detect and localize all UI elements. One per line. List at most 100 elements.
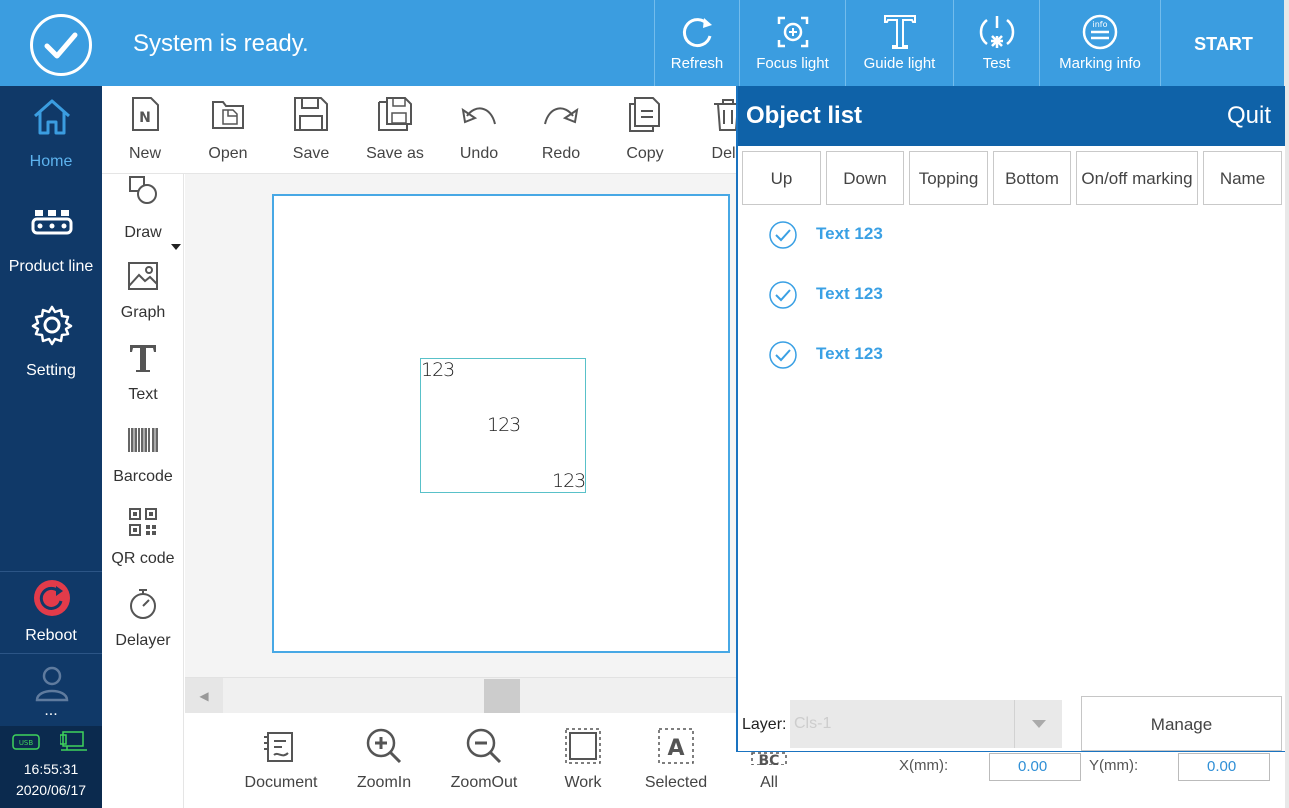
on-off-marking-button[interactable]: On/off marking [1076,151,1198,205]
open-button[interactable]: Open [188,86,268,173]
save-as-button[interactable]: Save as [355,86,435,173]
guide-light-icon [883,15,916,49]
list-item-name: Text 123 [816,224,883,243]
reboot-label: Reboot [25,627,77,644]
reboot-button[interactable]: Reboot [0,574,102,652]
text-label: Text [128,386,158,403]
svg-text:info: info [1092,20,1107,29]
delete-icon [714,99,736,131]
canvas-text-object[interactable]: 123 [421,359,455,381]
user-icon [35,666,69,702]
graph-button[interactable]: Graph [102,256,184,338]
test-button[interactable]: Test [953,0,1039,86]
work-label: Work [564,774,602,791]
up-button[interactable]: Up [742,151,821,205]
open-label: Open [208,145,248,162]
marking-info-button[interactable]: info Marking info [1039,0,1160,86]
layer-dropdown-toggle[interactable] [1014,700,1062,748]
zoom-out-button[interactable]: ZoomOut [436,713,532,808]
clock-date: 2020/06/17 [15,782,87,798]
sidebar-item-setting[interactable]: Setting [0,296,102,396]
quit-button[interactable]: Quit [1227,102,1271,130]
name-button[interactable]: Name [1203,151,1282,205]
check-circle-icon[interactable] [768,220,798,250]
reboot-icon [34,580,70,616]
x-coord-input[interactable]: 0.00 [989,753,1081,781]
test-icon [979,16,1014,48]
redo-button[interactable]: Redo [521,86,601,173]
copy-label: Copy [626,145,664,162]
delayer-button[interactable]: Delayer [102,584,184,666]
list-item-name: Text 123 [816,284,883,303]
test-label: Test [982,55,1011,72]
selected-label: Selected [644,774,708,791]
bottom-button[interactable]: Bottom [993,151,1071,205]
svg-text:A: A [667,736,684,761]
work-button[interactable]: Work [535,713,631,808]
text-button[interactable]: Text [102,338,184,420]
save-as-icon [378,97,412,131]
selected-object-box[interactable]: 123 123 123 [420,358,586,493]
sidebar-item-product-line[interactable]: Product line [0,190,102,290]
network-icon [60,731,87,751]
sidebar-divider [0,653,102,654]
sidebar-item-label: Home [29,153,73,170]
horizontal-scrollbar[interactable]: ◀ [185,677,736,714]
topping-button[interactable]: Topping [909,151,988,205]
check-circle-icon[interactable] [768,280,798,310]
save-label: Save [292,145,330,162]
focus-light-label: Focus light [756,55,829,72]
refresh-icon [682,18,712,48]
canvas-area[interactable]: 123 123 123 [185,174,736,677]
sidebar-item-label: Product line [8,258,94,275]
gear-icon [31,305,73,346]
all-label: All [760,774,778,791]
focus-light-button[interactable]: Focus light [739,0,845,86]
zoom-in-icon [366,728,402,764]
svg-text:N: N [139,110,151,126]
save-button[interactable]: Save [271,86,351,173]
guide-light-label: Guide light [863,55,936,72]
manage-button[interactable]: Manage [1081,696,1282,751]
down-button[interactable]: Down [826,151,904,205]
status-area: USB 16:55:31 2020/06/17 [0,726,102,808]
qr-code-icon [129,508,157,536]
chevron-down-icon[interactable] [171,244,181,250]
refresh-button[interactable]: Refresh [654,0,739,86]
start-button[interactable]: START [1160,0,1286,86]
new-label: New [128,145,161,162]
new-file-icon: N [132,97,159,131]
document-icon [264,732,293,762]
sidebar: Home Product line Setting Reboot ... [0,86,102,808]
canvas-text-object[interactable]: 123 [552,470,586,492]
top-bar: System is ready. Refresh Focus light Gui… [0,0,1289,86]
check-circle-icon [30,14,92,76]
check-circle-icon[interactable] [768,340,798,370]
save-as-label: Save as [366,145,424,162]
work-area[interactable]: 123 123 123 [272,194,730,653]
scrollbar-thumb[interactable] [484,679,520,713]
canvas-text-object[interactable]: 123 [487,414,521,436]
zoom-in-button[interactable]: ZoomIn [336,713,432,808]
scroll-left-icon[interactable]: ◀ [185,678,223,714]
product-line-icon [31,210,73,235]
document-button[interactable]: Document [233,713,329,808]
y-coord-input[interactable]: 0.00 [1178,753,1270,781]
qr-code-button[interactable]: QR code [102,502,184,584]
user-button[interactable]: ... [0,658,102,728]
undo-button[interactable]: Undo [439,86,519,173]
undo-label: Undo [459,145,499,162]
layer-select[interactable]: Cls-1 [790,700,1062,748]
copy-button[interactable]: Copy [605,86,685,173]
draw-shapes-icon [129,176,157,204]
document-label: Document [244,774,318,791]
delete-button[interactable]: Dele [688,86,736,173]
draw-button[interactable]: Draw [102,174,184,256]
guide-light-button[interactable]: Guide light [845,0,953,86]
barcode-button[interactable]: Barcode [102,420,184,502]
sidebar-item-home[interactable]: Home [0,86,102,186]
selected-button[interactable]: A Selected [628,713,724,808]
status-message: System is ready. [133,30,309,57]
marking-info-label: Marking info [1059,55,1141,72]
new-button[interactable]: N New [105,86,185,173]
